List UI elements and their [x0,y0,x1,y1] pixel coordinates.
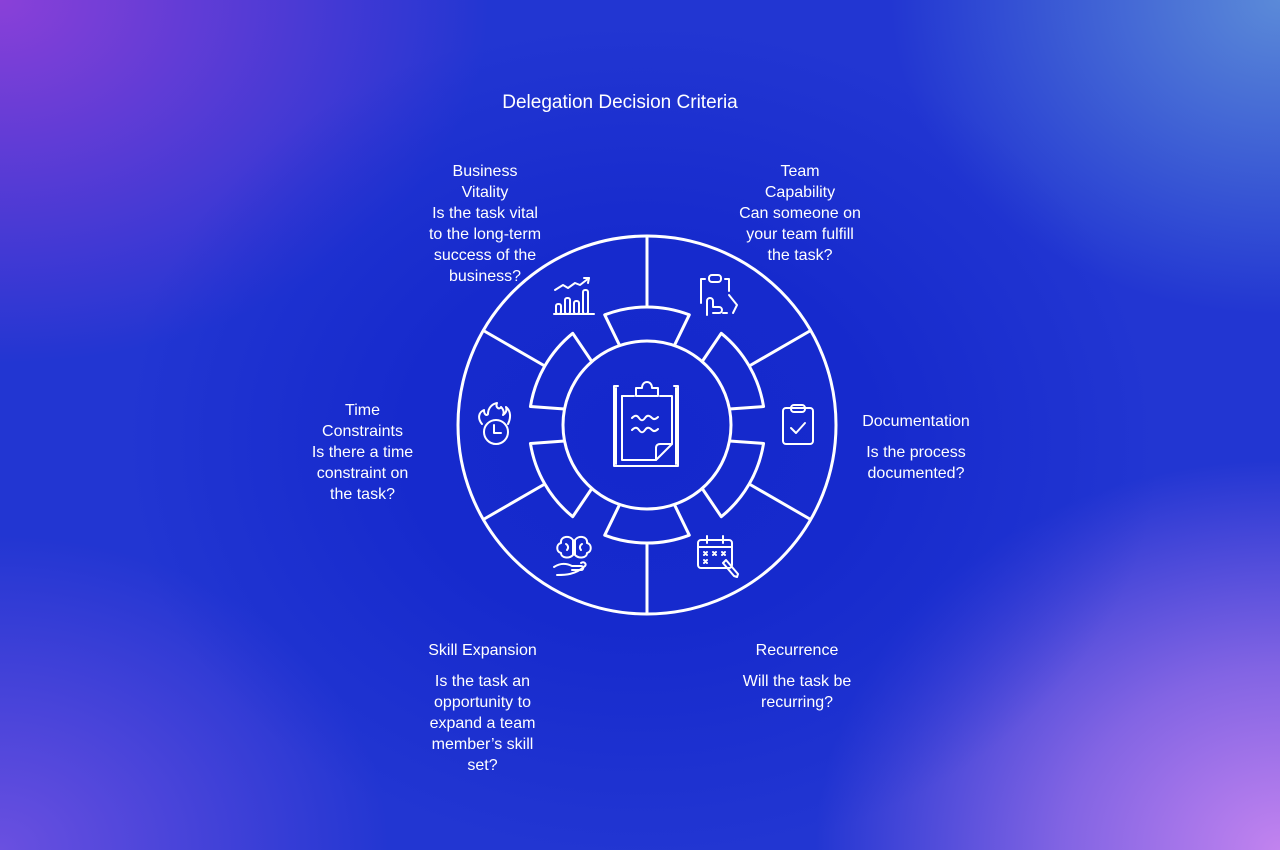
divider-spoke [748,329,812,368]
clipboard-check-icon [782,404,814,445]
calendar-pen-icon [697,535,739,578]
clipboard-notes-icon [613,381,679,467]
growth-chart-icon [553,277,595,315]
clipboard-hand-icon [700,274,738,316]
divider-spoke [748,482,812,521]
divider-spoke [482,329,546,368]
brain-hand-icon [553,535,592,576]
divider-spoke [482,482,546,521]
burning-clock-icon [478,402,512,445]
